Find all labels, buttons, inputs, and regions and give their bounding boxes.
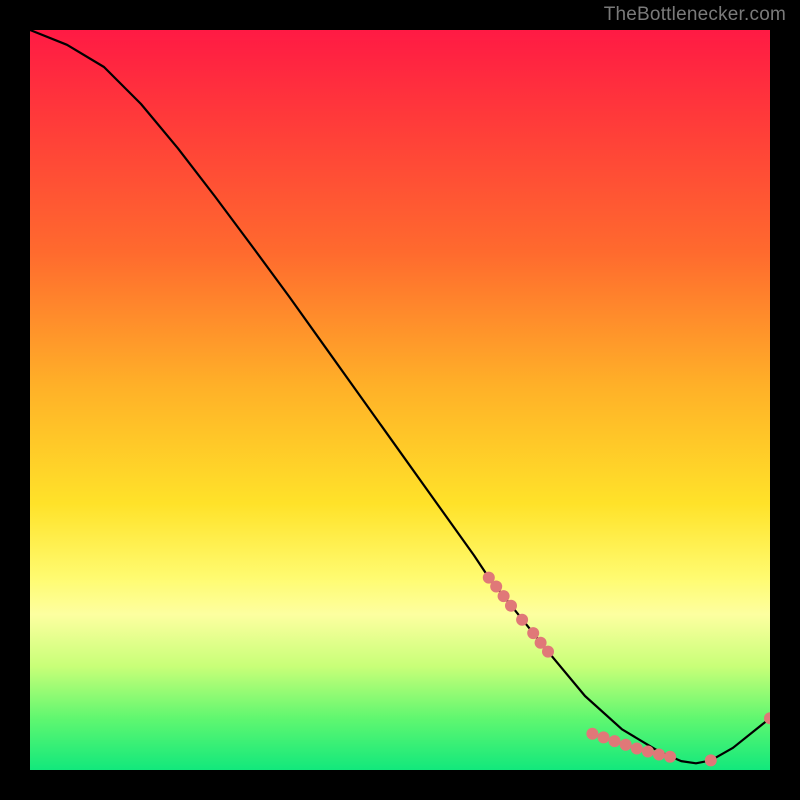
data-marker xyxy=(505,600,517,612)
data-marker xyxy=(631,743,643,755)
attribution-label: TheBottlenecker.com xyxy=(604,4,786,26)
data-marker xyxy=(598,731,610,743)
data-marker xyxy=(586,728,598,740)
bottleneck-curve xyxy=(30,30,770,763)
chart-svg xyxy=(30,30,770,770)
data-marker xyxy=(653,749,665,761)
chart-frame: TheBottlenecker.com xyxy=(0,0,800,800)
data-marker xyxy=(498,590,510,602)
data-marker xyxy=(490,581,502,593)
plot-area xyxy=(30,30,770,770)
marker-group xyxy=(483,572,770,767)
data-marker xyxy=(642,746,654,758)
data-marker xyxy=(620,739,632,751)
data-marker xyxy=(527,627,539,639)
data-marker xyxy=(705,754,717,766)
data-marker xyxy=(609,735,621,747)
data-marker xyxy=(542,646,554,658)
data-marker xyxy=(516,614,528,626)
data-marker xyxy=(664,751,676,763)
